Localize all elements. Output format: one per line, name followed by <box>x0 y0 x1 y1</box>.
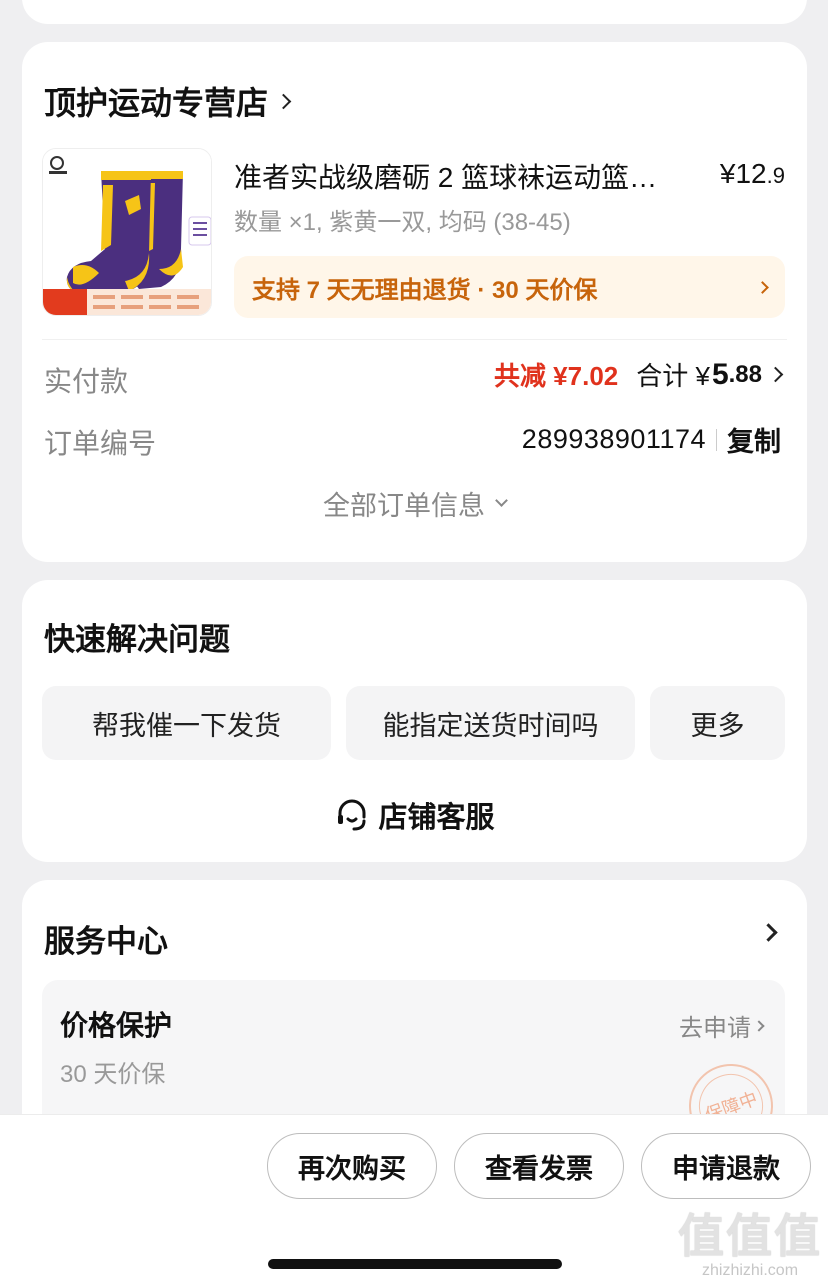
customer-service-label: 店铺客服 <box>378 802 495 834</box>
product-spec: 数量 ×1, 紫黄一双, 均码 (38-45) <box>234 209 571 236</box>
payment-summary[interactable]: 共减 ¥7.02 合计 ¥ 5 .88 <box>493 356 784 393</box>
store-customer-service-button[interactable]: 店铺客服 <box>22 794 807 836</box>
home-indicator[interactable] <box>268 1259 562 1269</box>
currency-symbol: ¥ <box>719 158 736 189</box>
product-title[interactable]: 准者实战级磨砺 2 篮球袜运动篮球袜 <box>234 156 664 196</box>
chip-delivery-time[interactable]: 能指定送货时间吗 <box>346 686 635 760</box>
service-promise-text: 支持 7 天无理由退货 · 30 天价保 <box>252 276 598 304</box>
price-protection-subtitle: 30 天价保 <box>60 1061 166 1088</box>
order-card: 顶护运动专营店 准者实战级磨砺 2 篮球袜运动篮球袜 ¥12.9 数量 ×1, … <box>22 42 807 562</box>
quick-help-title: 快速解决问题 <box>44 622 230 657</box>
apply-label: 去申请 <box>679 1015 751 1042</box>
quick-help-card: 快速解决问题 帮我催一下发货 能指定送货时间吗 更多 店铺客服 <box>22 580 807 862</box>
service-center-title: 服务中心 <box>44 924 168 959</box>
all-order-info-label: 全部订单信息 <box>323 491 485 521</box>
watermark-logo: 值值值 <box>678 1210 822 1262</box>
discount-amount: 共减 ¥7.02 <box>493 361 619 391</box>
service-promise-bar[interactable]: 支持 7 天无理由退货 · 30 天价保 <box>234 256 785 318</box>
chevron-right-icon <box>767 366 784 383</box>
view-invoice-button[interactable]: 查看发票 <box>454 1133 624 1199</box>
total-integer: 5 <box>711 357 729 391</box>
buy-again-button[interactable]: 再次购买 <box>267 1133 437 1199</box>
store-name: 顶护运动专营店 <box>44 85 269 121</box>
chevron-right-icon <box>753 1019 765 1032</box>
chevron-right-icon[interactable] <box>759 923 778 942</box>
store-link[interactable]: 顶护运动专营店 <box>44 78 292 124</box>
sock-illustration <box>43 149 211 315</box>
request-refund-button[interactable]: 申请退款 <box>641 1133 811 1199</box>
total-cents: .88 <box>728 360 762 388</box>
paid-label: 实付款 <box>44 366 129 397</box>
order-number: 289938901174 <box>521 424 706 454</box>
headset-icon <box>338 799 366 831</box>
copy-button[interactable]: 复制 <box>727 420 781 459</box>
chip-urge-shipping[interactable]: 帮我催一下发货 <box>42 686 331 760</box>
order-number-label: 订单编号 <box>44 428 157 459</box>
chip-more[interactable]: 更多 <box>650 686 785 760</box>
price-integer: 12 <box>735 158 767 189</box>
chevron-down-icon <box>495 494 508 507</box>
product-image[interactable] <box>42 148 212 316</box>
watermark: 值值值 zhizhizhi.com <box>678 1200 822 1280</box>
apply-link[interactable]: 去申请 <box>679 1008 765 1043</box>
divider <box>42 339 787 340</box>
price-cents: .9 <box>766 163 785 188</box>
all-order-info-toggle[interactable]: 全部订单信息 <box>22 484 807 523</box>
order-number-row: 289938901174 复制 <box>522 420 781 459</box>
price-protection-title: 价格保护 <box>60 1010 173 1041</box>
chevron-right-icon <box>275 93 292 109</box>
separator <box>716 428 717 451</box>
product-price: ¥12.9 <box>720 158 785 190</box>
previous-card <box>22 0 807 24</box>
total-label: 合计 ¥ <box>636 361 710 391</box>
chevron-right-icon <box>756 280 769 294</box>
